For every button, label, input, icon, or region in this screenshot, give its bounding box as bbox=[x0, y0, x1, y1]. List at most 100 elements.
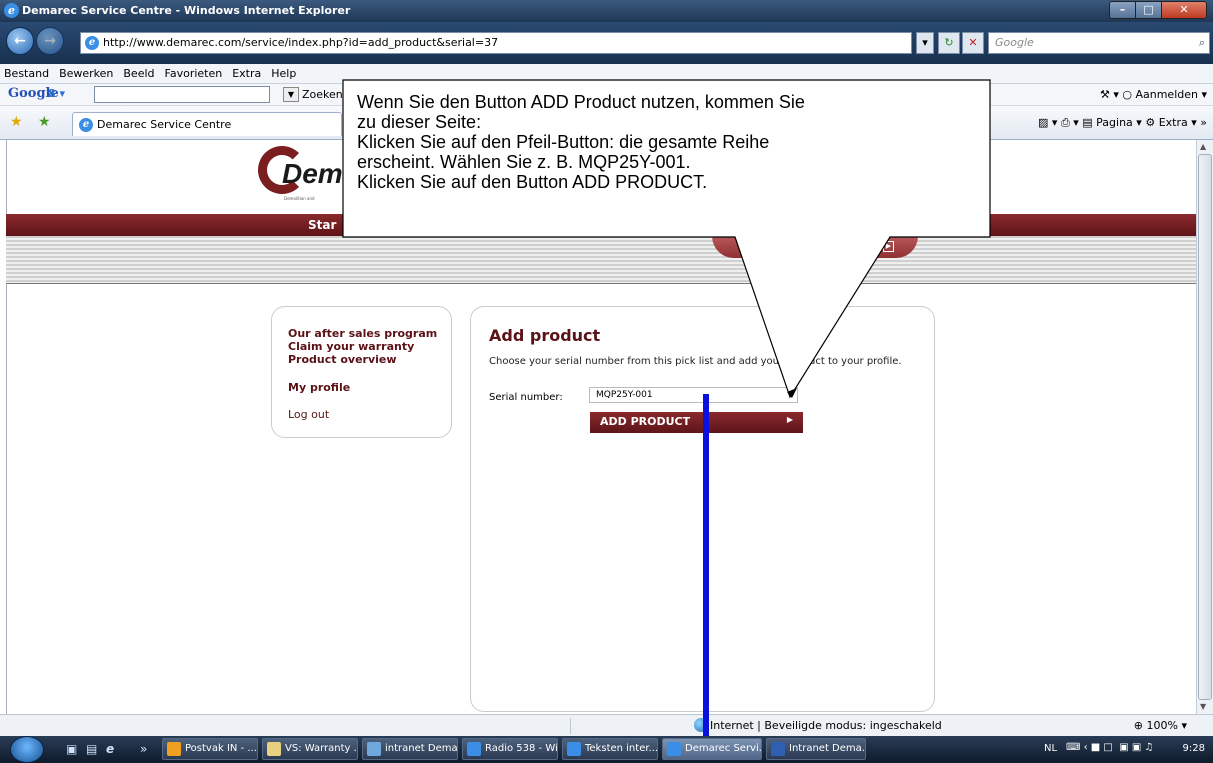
sidebar-panel: Our after sales program Claim your warra… bbox=[271, 306, 452, 438]
close-button[interactable]: ✕ bbox=[1162, 2, 1206, 18]
header-arrow-icon[interactable]: ▶ bbox=[883, 241, 894, 252]
clock[interactable]: 9:28 bbox=[1183, 743, 1205, 754]
favorites-star-icon[interactable]: ★ bbox=[10, 114, 23, 130]
ie-icon bbox=[567, 742, 581, 756]
menu-extra[interactable]: Extra bbox=[232, 67, 261, 80]
tools-menu[interactable]: ⚙ Extra ▾ » bbox=[1145, 116, 1207, 129]
ie-icon bbox=[667, 742, 681, 756]
wrench-icon: ⚒ ▾ ○ bbox=[1099, 88, 1136, 101]
annotation-line bbox=[703, 394, 709, 763]
ie-icon: e bbox=[4, 3, 19, 18]
command-bar: ▨ ▾ ⎙ ▾ ▤ Pagina ▾ ⚙ Extra ▾ » bbox=[1038, 116, 1207, 130]
callout-text: Wenn Sie den Button ADD Product nutzen, … bbox=[348, 82, 988, 237]
forward-button[interactable]: → bbox=[36, 27, 64, 55]
google-search-button[interactable]: Zoeken bbox=[302, 88, 343, 101]
tray-icons[interactable]: ⌨ ‹ ■ □ ▣ ▣ ♫ bbox=[1066, 742, 1153, 753]
add-product-label: ADD PRODUCT bbox=[600, 415, 691, 428]
status-zone-text: Internet | Beveiligde modus: ingeschakel… bbox=[710, 719, 942, 732]
intranet-icon bbox=[367, 742, 381, 756]
google-search-input[interactable] bbox=[94, 86, 270, 103]
taskbar-button-active[interactable]: Demarec Servi... bbox=[662, 738, 762, 760]
mail-icon bbox=[267, 742, 281, 756]
scrollbar-thumb[interactable] bbox=[1198, 154, 1212, 700]
stop-icon[interactable]: ✕ bbox=[962, 32, 984, 54]
window-title-bar: e Demarec Service Centre - Windows Inter… bbox=[0, 0, 1213, 22]
print-icon[interactable]: ⎙ ▾ bbox=[1061, 116, 1079, 129]
sidebar-item-product-overview[interactable]: Product overview bbox=[288, 353, 451, 366]
feeds-icon[interactable]: ▨ ▾ bbox=[1038, 116, 1057, 129]
maximize-button[interactable]: □ bbox=[1136, 2, 1162, 18]
taskbar-button[interactable]: Postvak IN - ... bbox=[162, 738, 258, 760]
word-icon bbox=[771, 742, 785, 756]
search-icon[interactable]: ⌕ bbox=[1199, 33, 1205, 53]
ie-icon bbox=[467, 742, 481, 756]
page-icon: e bbox=[85, 36, 99, 50]
url-text: http://www.demarec.com/service/index.php… bbox=[103, 36, 499, 49]
menu-bestand[interactable]: Bestand bbox=[4, 67, 49, 80]
taskbar-button[interactable]: Teksten inter... bbox=[562, 738, 658, 760]
search-input[interactable]: Google ⌕ bbox=[988, 32, 1210, 54]
switch-windows-icon[interactable]: ▤ bbox=[86, 742, 97, 756]
callout-line: Klicken Sie auf den Button ADD PRODUCT. bbox=[357, 172, 708, 192]
status-cells bbox=[570, 718, 700, 734]
tab-demarec[interactable]: e Demarec Service Centre bbox=[72, 112, 342, 136]
menu-favorieten[interactable]: Favorieten bbox=[165, 67, 223, 80]
nav-start-link[interactable]: Star bbox=[308, 218, 336, 232]
demarec-logo-text: Dem bbox=[282, 158, 343, 189]
system-tray: NL ⌨ ‹ ■ □ ▣ ▣ ♫ 9:28 bbox=[1040, 736, 1213, 763]
menu-help[interactable]: Help bbox=[271, 67, 296, 80]
scroll-down-icon[interactable]: ▼ bbox=[1200, 702, 1206, 711]
window-title: Demarec Service Centre - Windows Interne… bbox=[22, 4, 351, 17]
sidebar-item-claim-warranty[interactable]: Claim your warranty bbox=[288, 340, 451, 353]
sidebar-item-log-out[interactable]: Log out bbox=[288, 408, 451, 421]
page-menu[interactable]: ▤ Pagina ▾ bbox=[1082, 116, 1142, 129]
zoom-level[interactable]: ⊕ 100% ▾ bbox=[1134, 719, 1187, 732]
refresh-icon[interactable]: ↻ bbox=[938, 32, 960, 54]
sidebar-item-my-profile[interactable]: My profile bbox=[288, 381, 451, 394]
tab-page-icon: e bbox=[79, 118, 93, 132]
callout-line: Wenn Sie den Button ADD Product nutzen, … bbox=[357, 92, 805, 112]
taskbar: ▣ ▤ e » Postvak IN - ... VS: Warranty ..… bbox=[0, 736, 1213, 763]
search-placeholder: Google bbox=[995, 36, 1034, 49]
callout-line: Klicken Sie auf den Pfeil-Button: die ge… bbox=[357, 132, 770, 152]
taskbar-button[interactable]: intranet Dema... bbox=[362, 738, 458, 760]
scroll-up-icon[interactable]: ▲ bbox=[1200, 142, 1206, 151]
address-toolbar: ← → e http://www.demarec.com/service/ind… bbox=[0, 22, 1213, 64]
show-desktop-icon[interactable]: ▣ bbox=[66, 742, 77, 756]
signin-button[interactable]: ⚒ ▾ ○ Aanmelden ▾ bbox=[1100, 88, 1207, 101]
page-title: Add product bbox=[489, 326, 601, 345]
add-favorite-icon[interactable]: ★ bbox=[38, 114, 51, 130]
tab-title: Demarec Service Centre bbox=[97, 118, 232, 131]
taskbar-button[interactable]: Radio 538 - Wi... bbox=[462, 738, 558, 760]
vertical-scrollbar[interactable]: ▲ ▼ bbox=[1196, 140, 1213, 714]
serial-number-label: Serial number: bbox=[489, 392, 563, 403]
google-search-dropdown-icon[interactable]: ▼ bbox=[283, 87, 299, 102]
serial-number-select[interactable]: MQP25Y-001 bbox=[589, 387, 798, 403]
more-quicklaunch-icon[interactable]: » bbox=[140, 742, 147, 756]
menu-bewerken[interactable]: Bewerken bbox=[59, 67, 113, 80]
google-menu-icon[interactable]: 8 ▾ bbox=[48, 87, 65, 100]
back-button[interactable]: ← bbox=[6, 27, 34, 55]
taskbar-button[interactable]: Intranet Dema... bbox=[766, 738, 866, 760]
window-controls: – □ ✕ bbox=[1109, 1, 1207, 19]
demarec-logo-tagline: Demolition and bbox=[284, 196, 315, 201]
menu-bar: Bestand Bewerken Beeld Favorieten Extra … bbox=[0, 64, 1213, 84]
callout-line: erscheint. Wählen Sie z. B. MQP25Y-001. bbox=[357, 152, 691, 172]
address-field[interactable]: e http://www.demarec.com/service/index.p… bbox=[80, 32, 912, 54]
start-button[interactable] bbox=[10, 736, 44, 763]
status-bar: Internet | Beveiligde modus: ingeschakel… bbox=[0, 714, 1213, 736]
taskbar-button[interactable]: VS: Warranty ... bbox=[262, 738, 358, 760]
sidebar-item-after-sales[interactable]: Our after sales program bbox=[288, 327, 451, 340]
header-stripes bbox=[6, 236, 1196, 284]
language-indicator[interactable]: NL bbox=[1044, 743, 1057, 754]
callout-line: zu dieser Seite: bbox=[357, 112, 482, 132]
serial-number-value: MQP25Y-001 bbox=[596, 390, 653, 400]
arrow-right-icon: ▶ bbox=[786, 415, 793, 424]
minimize-button[interactable]: – bbox=[1110, 2, 1136, 18]
ie-quicklaunch-icon[interactable]: e bbox=[106, 742, 114, 756]
menu-beeld[interactable]: Beeld bbox=[123, 67, 154, 80]
page-description: Choose your serial number from this pick… bbox=[489, 356, 902, 367]
add-product-button[interactable]: ADD PRODUCT ▶ bbox=[590, 412, 803, 433]
address-dropdown-icon[interactable]: ▾ bbox=[916, 32, 934, 54]
outlook-icon bbox=[167, 742, 181, 756]
